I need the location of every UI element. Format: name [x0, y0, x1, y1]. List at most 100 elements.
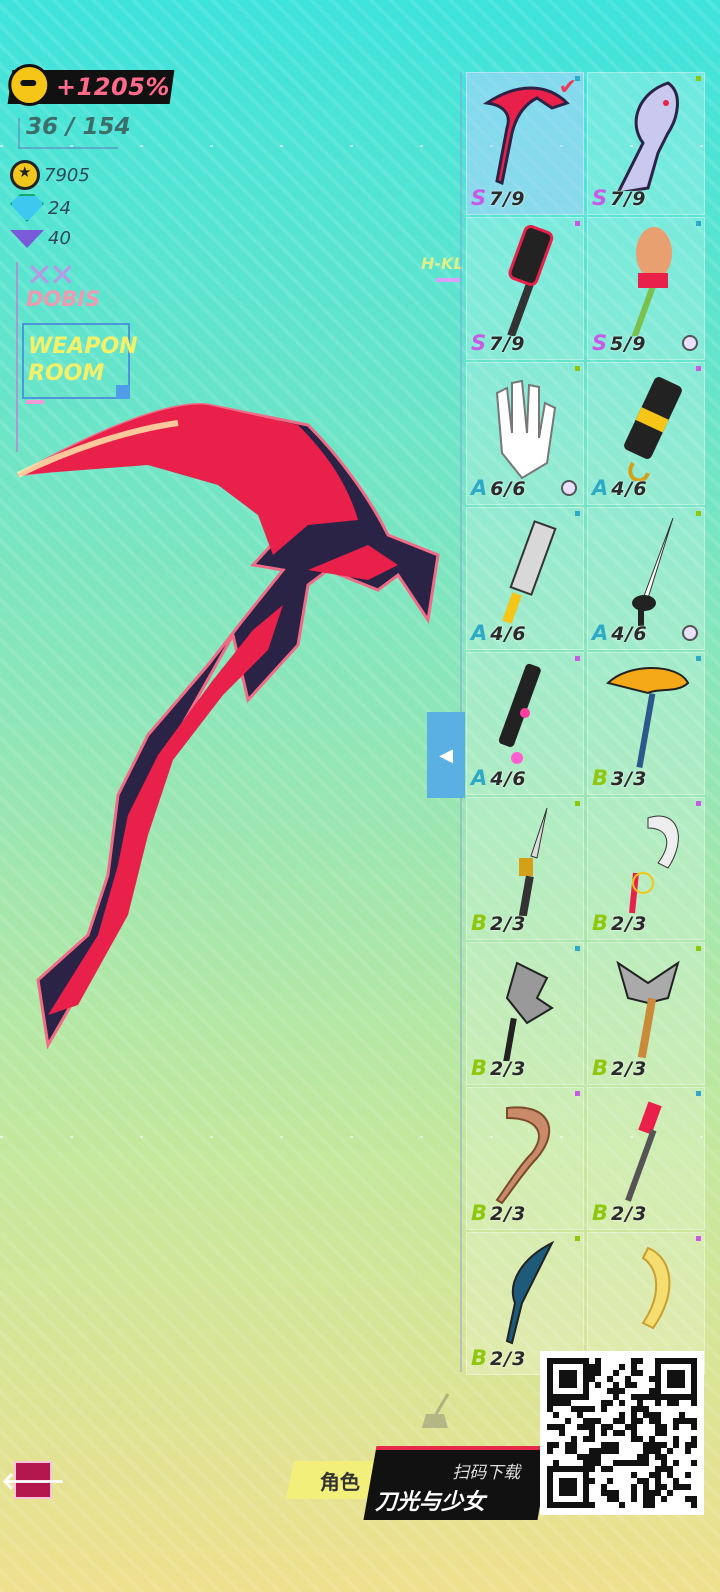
bonus-face-icon: [8, 64, 51, 106]
crystal-counter: 40: [10, 228, 71, 249]
grade-letter: A: [592, 476, 610, 500]
weapon-count: 4/6: [611, 478, 648, 500]
weapon-slot[interactable]: B 2/3: [466, 1087, 584, 1230]
gem-icon: [10, 194, 44, 222]
weapon-grade: B 2/3: [471, 911, 526, 935]
corner-dot: [696, 946, 701, 951]
chevron-left-icon: ◀: [439, 744, 453, 766]
weapon-slot[interactable]: S 7/9: [466, 217, 584, 360]
weapon-count: 7/9: [489, 333, 526, 355]
weapon-count: 7/9: [489, 188, 526, 210]
weapon-count: 7/9: [610, 188, 647, 210]
room-label-line1: WEAPON: [28, 334, 138, 359]
weapon-grade: S 7/9: [471, 331, 526, 355]
weapon-slot[interactable]: A 4/6: [587, 362, 705, 505]
coin-counter: 7905: [10, 160, 90, 190]
weapon-slot[interactable]: S 7/9: [587, 72, 705, 215]
weapon-slot[interactable]: B 2/3: [466, 942, 584, 1085]
download-banner[interactable]: 扫码下载 刀光与少女: [363, 1446, 551, 1520]
weapon-slot[interactable]: B 2/3: [587, 942, 705, 1085]
weapon-slot[interactable]: A 4/6: [466, 507, 584, 650]
grade-letter: B: [592, 1056, 610, 1080]
grade-letter: S: [471, 186, 488, 210]
corner-dot: [575, 801, 580, 806]
weapon-slot[interactable]: ✔ S 7/9: [466, 72, 584, 215]
weapon-slot[interactable]: S 5/9: [587, 217, 705, 360]
weapon-preview-scythe[interactable]: [8, 395, 448, 1055]
grade-letter: B: [592, 766, 610, 790]
weapon-grade: S 7/9: [592, 186, 647, 210]
qr-code[interactable]: [540, 1351, 704, 1515]
grade-letter: B: [592, 1201, 610, 1225]
grade-letter: S: [592, 331, 609, 355]
weapon-slot[interactable]: B 2/3: [587, 797, 705, 940]
weapon-grade: A 4/6: [471, 621, 527, 645]
tab-role-label: 角色: [320, 1469, 360, 1494]
corner-dot: [696, 1091, 701, 1096]
download-banner-sub: 扫码下载: [452, 1463, 521, 1483]
weapon-count: 2/3: [490, 1203, 527, 1225]
weapon-count: 2/3: [611, 913, 648, 935]
corner-dot: [575, 656, 580, 661]
corner-dot: [696, 76, 701, 81]
corner-dot: [575, 221, 580, 226]
corner-dot: [575, 1236, 580, 1241]
weapon-grade: B 2/3: [592, 1056, 647, 1080]
weapon-slot[interactable]: A 4/6: [466, 652, 584, 795]
side-code: H-KL: [421, 254, 464, 273]
weapon-count: 3/3: [611, 768, 648, 790]
corner-dot: [696, 656, 701, 661]
grade-letter: S: [592, 186, 609, 210]
weapon-slot[interactable]: A 4/6: [587, 507, 705, 650]
weapon-count: 6/6: [490, 478, 527, 500]
collection-total: 154: [82, 114, 131, 140]
weapon-count: 2/3: [611, 1203, 648, 1225]
back-arrow-icon[interactable]: 🡐: [1, 1461, 65, 1499]
weapon-count: 2/3: [611, 1058, 648, 1080]
weapon-slot[interactable]: B 2/3: [466, 797, 584, 940]
weapon-grade: B 2/3: [592, 911, 647, 935]
download-banner-title: 刀光与少女: [375, 1490, 486, 1515]
collapse-panel-button[interactable]: ◀: [427, 712, 465, 798]
collection-count: 36: [26, 114, 59, 140]
weapon-slot[interactable]: A 6/6: [466, 362, 584, 505]
corner-dot: [575, 946, 580, 951]
weapon-grade: B 2/3: [592, 1201, 647, 1225]
tag-name: DOBIS: [26, 287, 101, 311]
grade-letter: B: [592, 911, 610, 935]
progress-frame: [18, 118, 20, 148]
weapon-grade: A 4/6: [471, 766, 527, 790]
coin-value: 7905: [44, 164, 90, 186]
weapon-slot[interactable]: B 2/3: [587, 1087, 705, 1230]
grade-letter: B: [471, 911, 489, 935]
grade-letter: A: [471, 476, 489, 500]
grade-letter: B: [471, 1201, 489, 1225]
broom-icon[interactable]: [418, 1392, 458, 1432]
grade-letter: A: [471, 766, 489, 790]
weapon-grade: B 3/3: [592, 766, 647, 790]
crystal-icon: [10, 229, 44, 248]
weapon-room-label: WEAPON ROOM: [22, 323, 138, 404]
corner-dot: [575, 511, 580, 516]
weapon-slot[interactable]: B 3/3: [587, 652, 705, 795]
weapon-grade: S 5/9: [592, 331, 647, 355]
weapon-count: 2/3: [490, 1348, 527, 1370]
check-icon: ✔: [558, 75, 577, 100]
progress-underline: [18, 147, 118, 149]
grade-letter: A: [592, 621, 610, 645]
weapon-grade: B 2/3: [471, 1056, 526, 1080]
corner-dot: [696, 366, 701, 371]
new-marker-icon: [561, 480, 577, 496]
corner-dot: [696, 511, 701, 516]
gem-value: 24: [48, 197, 71, 219]
grade-letter: B: [471, 1346, 489, 1370]
side-code-bar: [436, 278, 460, 282]
weapon-count: 4/6: [611, 623, 648, 645]
corner-dot: [575, 366, 580, 371]
weapon-grade: A 4/6: [592, 621, 648, 645]
grade-letter: A: [471, 621, 489, 645]
weapon-grade: A 4/6: [592, 476, 648, 500]
weapon-grade: B 2/3: [471, 1201, 526, 1225]
bonus-value: +1205%: [56, 73, 170, 101]
weapon-count: 4/6: [490, 623, 527, 645]
